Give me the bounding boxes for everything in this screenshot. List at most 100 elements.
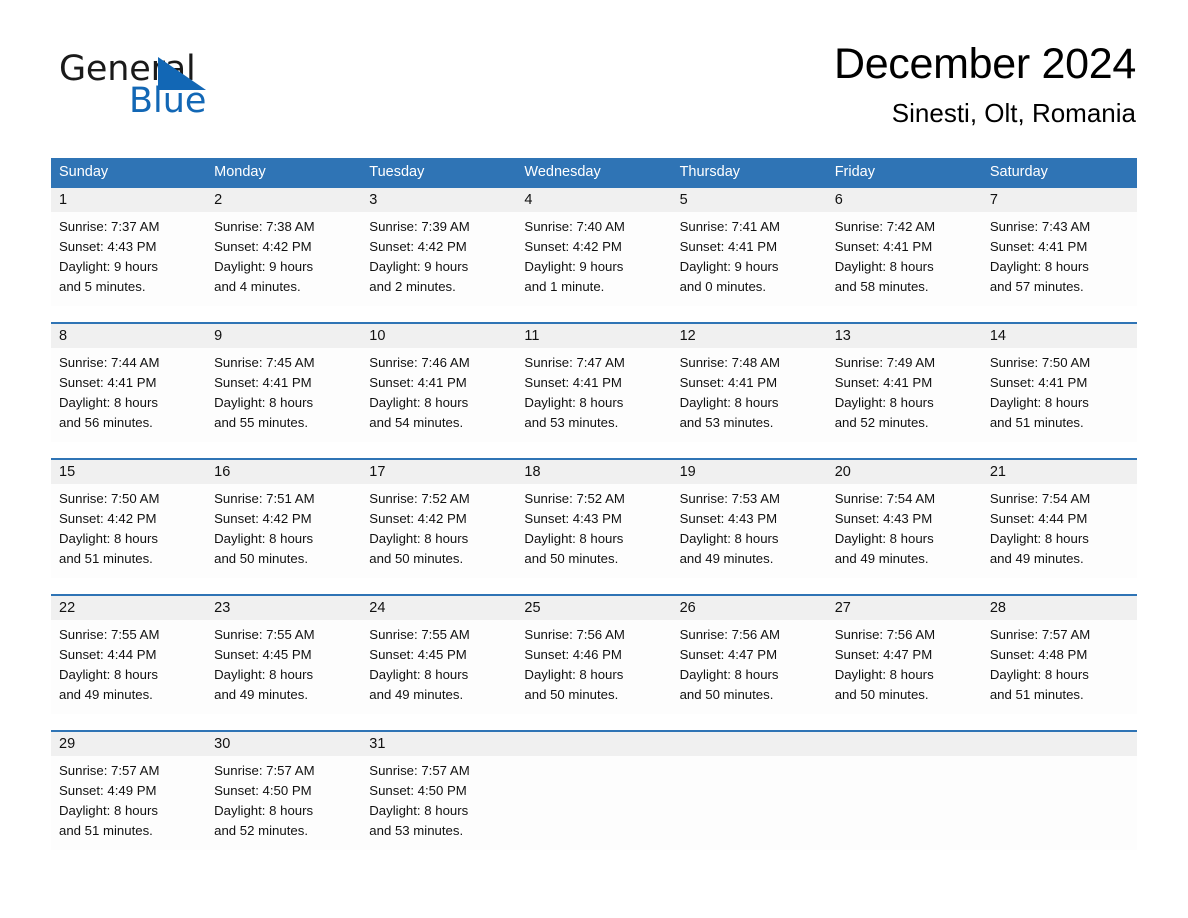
day-number-band [826,732,982,756]
week-cells: 1 Sunrise: 7:37 AM Sunset: 4:43 PM Daylight… [51,188,1137,306]
day-cell[interactable]: 22 Sunrise: 7:55 AM Sunset: 4:44 PM Dayligh… [51,596,207,714]
day-cell[interactable]: 10 Sunrise: 7:46 AM Sunset: 4:41 PM Dayligh… [361,324,517,442]
day-cell[interactable]: 25 Sunrise: 7:56 AM Sunset: 4:46 PM Dayligh… [516,596,672,714]
day-cell[interactable]: 16 Sunrise: 7:51 AM Sunset: 4:42 PM Dayligh… [206,460,362,578]
sunrise-time: Sunrise: 7:57 AM [214,763,315,778]
daylight-duration-line2: and 50 minutes. [214,551,308,566]
day-number-band: 8 [51,324,207,348]
day-cell[interactable]: 31 Sunrise: 7:57 AM Sunset: 4:50 PM Dayligh… [361,732,517,850]
sunrise-time: Sunrise: 7:40 AM [524,219,625,234]
day-cell[interactable]: 19 Sunrise: 7:53 AM Sunset: 4:43 PM Dayligh… [671,460,827,578]
day-number: 24 [369,600,386,616]
day-cell[interactable]: 6 Sunrise: 7:42 AM Sunset: 4:41 PM Daylight… [826,188,982,306]
daylight-duration-line1: Daylight: 8 hours [369,803,469,818]
week-spacer [51,714,1137,730]
day-number-band: 22 [51,596,207,620]
sunset-time: Sunset: 4:46 PM [524,647,622,662]
day-cell[interactable]: 5 Sunrise: 7:41 AM Sunset: 4:41 PM Daylight… [671,188,827,306]
sunrise-time: Sunrise: 7:57 AM [59,763,160,778]
day-details [516,756,671,761]
day-cell[interactable]: 21 Sunrise: 7:54 AM Sunset: 4:44 PM Dayligh… [981,460,1137,578]
daylight-duration-line2: and 51 minutes. [989,687,1084,702]
day-number-band: 25 [516,596,672,620]
daylight-duration-line2: and 49 minutes. [679,551,774,566]
week-cells: 29 Sunrise: 7:57 AM Sunset: 4:49 PM Dayligh… [51,732,1137,850]
title-block: December 2024 Sinesti, Olt, Romania [834,40,1136,130]
day-cell[interactable]: 13 Sunrise: 7:49 AM Sunset: 4:41 PM Dayligh… [826,324,982,442]
day-details: Sunrise: 7:45 AM Sunset: 4:41 PM Daylight:… [206,348,361,433]
day-number-band: 28 [981,596,1137,620]
daylight-duration-line1: Daylight: 8 hours [524,531,624,546]
daylight-duration-line2: and 55 minutes. [214,415,308,430]
day-cell[interactable]: 30 Sunrise: 7:57 AM Sunset: 4:50 PM Dayligh… [206,732,362,850]
location-subtitle: Sinesti, Olt, Romania [891,98,1136,129]
day-details: Sunrise: 7:56 AM Sunset: 4:46 PM Daylight:… [516,620,671,705]
weekday-header-thursday: Thursday [679,164,741,180]
daylight-duration-line2: and 5 minutes. [59,279,146,294]
sunset-time: Sunset: 4:43 PM [679,511,778,526]
day-details: Sunrise: 7:40 AM Sunset: 4:42 PM Daylight:… [516,212,671,297]
generalblue-logo[interactable]: General Blue [59,52,319,132]
day-cell[interactable]: 18 Sunrise: 7:52 AM Sunset: 4:43 PM Dayligh… [516,460,672,578]
daylight-duration-line1: Daylight: 8 hours [679,395,779,410]
day-number-band: 31 [361,732,517,756]
day-number-band: 9 [206,324,362,348]
day-number: 26 [679,600,696,616]
sunrise-time: Sunrise: 7:57 AM [369,763,470,778]
day-cell[interactable]: 29 Sunrise: 7:57 AM Sunset: 4:49 PM Dayligh… [51,732,207,850]
sunset-time: Sunset: 4:41 PM [679,375,778,390]
day-cell[interactable]: 11 Sunrise: 7:47 AM Sunset: 4:41 PM Dayligh… [516,324,672,442]
day-details: Sunrise: 7:54 AM Sunset: 4:43 PM Daylight:… [827,484,982,569]
day-cell[interactable]: 1 Sunrise: 7:37 AM Sunset: 4:43 PM Daylight… [51,188,207,306]
day-details: Sunrise: 7:56 AM Sunset: 4:47 PM Daylight:… [827,620,982,705]
day-cell-empty [671,732,827,850]
sunset-time: Sunset: 4:47 PM [679,647,778,662]
daylight-duration-line1: Daylight: 9 hours [214,259,314,274]
day-cell[interactable]: 28 Sunrise: 7:57 AM Sunset: 4:48 PM Dayligh… [981,596,1137,714]
day-number-band: 3 [361,188,517,212]
day-cell[interactable]: 7 Sunrise: 7:43 AM Sunset: 4:41 PM Daylight… [981,188,1137,306]
weekday-header-monday: Monday [214,164,266,180]
sunrise-time: Sunrise: 7:51 AM [214,491,315,506]
sunrise-time: Sunrise: 7:50 AM [989,355,1091,370]
day-cell[interactable]: 23 Sunrise: 7:55 AM Sunset: 4:45 PM Dayligh… [206,596,362,714]
sunrise-time: Sunrise: 7:50 AM [59,491,160,506]
sunset-time: Sunset: 4:41 PM [679,239,778,254]
day-cell[interactable]: 27 Sunrise: 7:56 AM Sunset: 4:47 PM Dayligh… [826,596,982,714]
day-details [982,756,1137,761]
day-cell[interactable]: 24 Sunrise: 7:55 AM Sunset: 4:45 PM Dayligh… [361,596,517,714]
sunrise-time: Sunrise: 7:47 AM [524,355,625,370]
week-cells: 15 Sunrise: 7:50 AM Sunset: 4:42 PM Dayligh… [51,460,1137,578]
sunset-time: Sunset: 4:41 PM [834,239,933,254]
day-number-band: 16 [206,460,362,484]
logo-text-blue: Blue [129,81,207,121]
daylight-duration-line2: and 49 minutes. [989,551,1084,566]
day-cell[interactable]: 3 Sunrise: 7:39 AM Sunset: 4:42 PM Daylight… [361,188,517,306]
daylight-duration-line1: Daylight: 8 hours [214,667,314,682]
day-number: 8 [59,328,68,344]
sunrise-time: Sunrise: 7:49 AM [834,355,936,370]
day-cell[interactable]: 20 Sunrise: 7:54 AM Sunset: 4:43 PM Dayligh… [826,460,982,578]
day-cell[interactable]: 15 Sunrise: 7:50 AM Sunset: 4:42 PM Dayligh… [51,460,207,578]
day-cell[interactable]: 2 Sunrise: 7:38 AM Sunset: 4:42 PM Daylight… [206,188,362,306]
day-cell[interactable]: 8 Sunrise: 7:44 AM Sunset: 4:41 PM Daylight… [51,324,207,442]
daylight-duration-line2: and 1 minute. [524,279,605,294]
page-title: December 2024 [833,40,1136,88]
day-cell[interactable]: 14 Sunrise: 7:50 AM Sunset: 4:41 PM Dayligh… [981,324,1137,442]
day-cell[interactable]: 12 Sunrise: 7:48 AM Sunset: 4:41 PM Dayligh… [671,324,827,442]
day-number-band: 2 [206,188,362,212]
day-number: 29 [59,736,76,752]
daylight-duration-line1: Daylight: 8 hours [214,531,314,546]
day-cell[interactable]: 17 Sunrise: 7:52 AM Sunset: 4:42 PM Dayligh… [361,460,517,578]
day-cell[interactable]: 4 Sunrise: 7:40 AM Sunset: 4:42 PM Daylight… [516,188,672,306]
day-details: Sunrise: 7:55 AM Sunset: 4:45 PM Daylight:… [206,620,361,705]
day-cell[interactable]: 26 Sunrise: 7:56 AM Sunset: 4:47 PM Dayligh… [671,596,827,714]
day-details [827,756,982,761]
daylight-duration-line2: and 50 minutes. [524,687,619,702]
day-details: Sunrise: 7:41 AM Sunset: 4:41 PM Daylight:… [672,212,827,297]
day-cell[interactable]: 9 Sunrise: 7:45 AM Sunset: 4:41 PM Daylight… [206,324,362,442]
sunset-time: Sunset: 4:41 PM [524,375,622,390]
sunrise-time: Sunrise: 7:54 AM [834,491,936,506]
daylight-duration-line2: and 50 minutes. [834,687,929,702]
day-number-band: 30 [206,732,362,756]
